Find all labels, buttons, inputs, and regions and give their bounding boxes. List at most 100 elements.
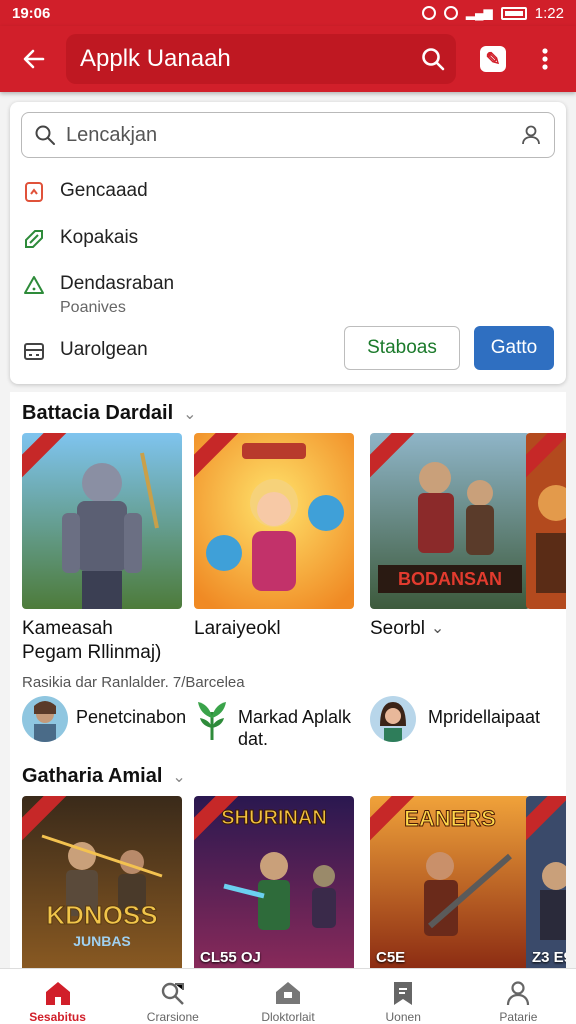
menu-item-label: Uarolgean (60, 339, 148, 360)
bottom-navigation: Sesabitus Crarsione Dloktorlait Uonen Pa… (0, 968, 576, 1024)
section-meta: Rasikia dar Ranlalder. 7/Barcelea (22, 674, 245, 691)
game-title-line: Kameasah (22, 618, 113, 639)
search-card: Gencaaad Kopakais Dendasraban Poanives U… (10, 102, 566, 384)
search-input[interactable] (66, 123, 520, 147)
search-box[interactable] (21, 112, 555, 158)
game-card[interactable]: BODANSAN (370, 433, 530, 609)
game-card[interactable]: KDNOSS JUNBAS (22, 796, 182, 968)
nav-label: Sesabitus (29, 1010, 86, 1024)
status-bar: 19:06 ▂▄▆ 1:22 (0, 0, 576, 26)
menu-item-uarolgean[interactable]: Uarolgean (22, 339, 148, 363)
back-button[interactable] (12, 37, 56, 81)
game-card[interactable]: Z3 E9 (526, 796, 566, 968)
more-vert-icon (542, 48, 548, 70)
warning-triangle-icon (22, 273, 46, 297)
nav-item-uonen[interactable]: Uonen (346, 969, 461, 1024)
game-art-hero-girl (194, 433, 354, 609)
nav-item-dloktorlait[interactable]: Dloktorlait (230, 969, 345, 1024)
status-icons: ▂▄▆ 1:22 (421, 4, 564, 22)
game-card[interactable] (526, 433, 566, 609)
creator-name[interactable]: Mpridellaipaat (428, 706, 540, 728)
plant-icon (194, 696, 230, 742)
game-art-eaners: EANERS (370, 796, 530, 968)
edit-icon: ✎ (480, 46, 506, 72)
game-title-text: Seorbl (370, 618, 425, 639)
avatar-woman[interactable] (370, 696, 416, 742)
chevron-down-icon: ⌄ (430, 620, 445, 637)
chevron-down-icon: ⌄ (183, 405, 197, 423)
game-art-title: KDNOSS (46, 900, 157, 930)
game-art-knight (22, 433, 182, 609)
svg-text:BODANSAN: BODANSAN (398, 569, 502, 589)
user-icon[interactable] (520, 124, 542, 146)
price-tag: Z3 E9 (532, 949, 566, 966)
avatar-warrior[interactable] (22, 696, 68, 742)
nav-label: Uonen (385, 1010, 421, 1024)
nav-label: Patarie (499, 1010, 538, 1024)
menu-item-label: Kopakais (60, 227, 139, 248)
game-card[interactable] (22, 433, 182, 609)
more-options-button[interactable] (524, 38, 566, 80)
game-title[interactable]: Seorbl ⌄ (370, 617, 444, 641)
game-title[interactable]: Laraiyeokl (194, 617, 281, 641)
section-title-text: Gatharia Amial (22, 765, 163, 787)
menu-item-sublabel: Poanives (60, 299, 126, 316)
menu-item-dendasraban[interactable]: Dendasraban Poanives (22, 273, 174, 317)
section-title-text: Battacia Dardail (22, 402, 174, 424)
creator-name-line: Markad Aplalk (238, 707, 352, 727)
game-art-title: EANERS (404, 806, 496, 831)
wallet-icon (22, 339, 46, 363)
alarm-icon (421, 6, 436, 20)
nav-label: Crarsione (146, 1010, 199, 1024)
section-title-2[interactable]: Gatharia Amial ⌄ (22, 765, 186, 788)
tag-icon (22, 227, 46, 251)
chevron-down-icon: ⌄ (172, 768, 186, 786)
home-icon (44, 979, 72, 1006)
game-title-line: Pegam Rllinmaj) (22, 642, 162, 663)
game-art-shurinan: SHURINAN (194, 796, 354, 968)
menu-item-text: Dendasraban Poanives (60, 273, 174, 317)
profile-icon (504, 979, 532, 1006)
game-art-title: SHURINAN (221, 807, 327, 829)
primary-button[interactable]: Gatto (474, 326, 554, 370)
nav-label: Dloktorlait (261, 1010, 315, 1024)
edit-button[interactable]: ✎ (472, 38, 514, 80)
game-card[interactable]: SHURINAN CL55 OJ (194, 796, 354, 968)
menu-item-label: Dendasraban (60, 273, 175, 294)
nav-item-patarie[interactable]: Patarie (461, 969, 576, 1024)
signal-icon: ▂▄▆ (465, 6, 493, 20)
game-card[interactable]: EANERS C5E (370, 796, 530, 968)
bookmark-icon (389, 979, 417, 1006)
section-title-1[interactable]: Battacia Dardail ⌄ (22, 402, 197, 425)
search-icon (35, 125, 55, 145)
status-time: 19:06 (12, 4, 51, 22)
menu-item-kopakais[interactable]: Kopakais (22, 227, 138, 251)
creator-name[interactable]: Markad Aplalk dat. (238, 706, 351, 750)
search-tag-icon (159, 979, 187, 1006)
game-title[interactable]: Kameasah Pegam Rllinmaj) (22, 617, 161, 665)
price-tag: CL55 OJ (200, 949, 261, 966)
document-icon (22, 180, 46, 204)
search-icon (422, 48, 445, 71)
store-icon (274, 979, 302, 1006)
sync-icon (443, 6, 458, 20)
secondary-button[interactable]: Staboas (344, 326, 460, 370)
app-title: Applk Uanaah (80, 45, 231, 72)
content-area: Battacia Dardail ⌄ BODANSAN Kameasah Peg… (10, 392, 566, 968)
nav-item-home[interactable]: Sesabitus (0, 969, 115, 1024)
creator-name-line: dat. (238, 729, 269, 749)
game-art-subtitle: JUNBAS (73, 933, 131, 949)
game-art-kdnoss: KDNOSS JUNBAS (22, 796, 182, 968)
app-title-bar[interactable]: Applk Uanaah (66, 34, 456, 84)
creator-name[interactable]: Penetcinabon (76, 706, 186, 728)
game-art-warriors: BODANSAN (370, 433, 530, 609)
battery-icon (500, 6, 527, 20)
price-tag: C5E (376, 949, 406, 966)
game-card[interactable] (194, 433, 354, 609)
menu-item-label: Gencaaad (60, 180, 148, 201)
nav-item-crarsione[interactable]: Crarsione (115, 969, 230, 1024)
status-clock: 1:22 (534, 4, 564, 22)
menu-item-gencaaad[interactable]: Gencaaad (22, 180, 148, 204)
back-arrow-icon (23, 49, 45, 69)
app-search-button[interactable] (412, 38, 454, 80)
